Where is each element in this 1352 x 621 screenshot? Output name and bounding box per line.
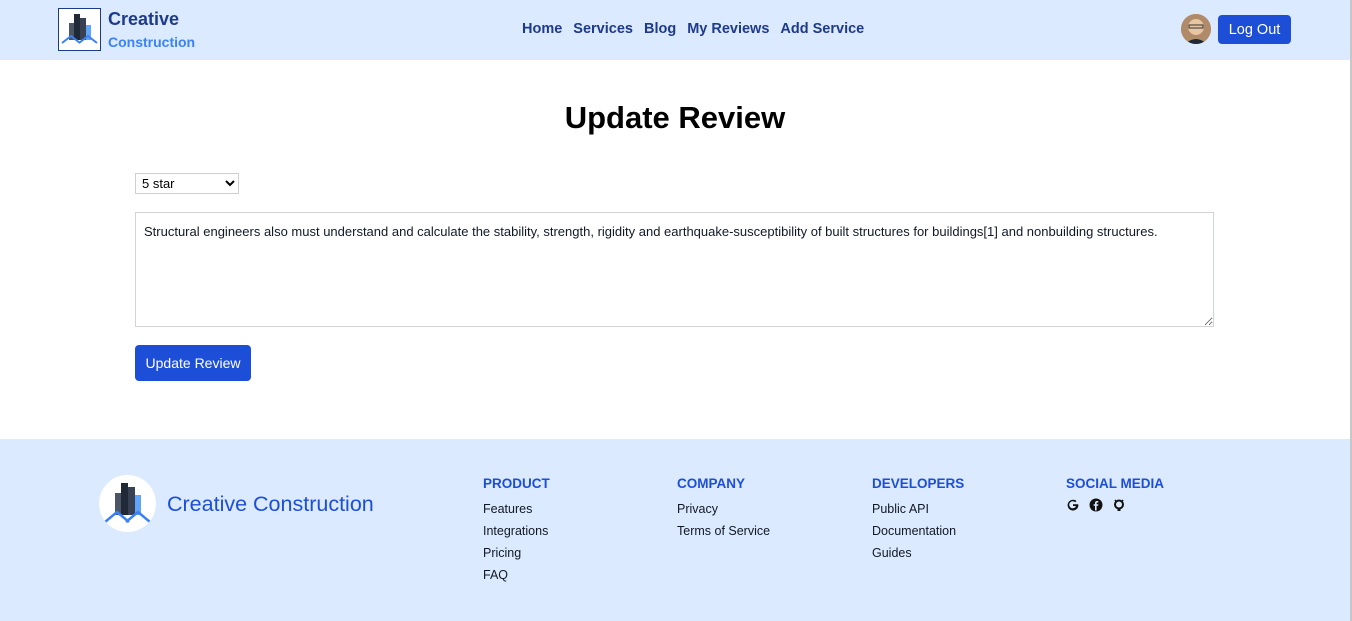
footer-column-developers: DEVELOPERS Public API Documentation Guid… (872, 476, 964, 564)
main-nav: Home Services Blog My Reviews Add Servic… (522, 21, 864, 37)
review-textarea[interactable]: Structural engineers also must understan… (135, 212, 1214, 327)
site-footer: Creative Construction PRODUCT Features I… (0, 439, 1350, 621)
footer-link-pricing[interactable]: Pricing (483, 542, 550, 564)
logout-button[interactable]: Log Out (1218, 15, 1291, 44)
nav-add-service[interactable]: Add Service (780, 21, 864, 37)
footer-link-guides[interactable]: Guides (872, 542, 964, 564)
user-photo-icon (1181, 14, 1211, 44)
footer-heading: SOCIAL MEDIA (1066, 476, 1165, 491)
footer-heading: DEVELOPERS (872, 476, 965, 491)
google-icon[interactable] (1066, 498, 1080, 512)
brand-name: Creative (108, 9, 180, 29)
footer-brand: Creative Construction (167, 492, 374, 516)
footer-heading: PRODUCT (483, 476, 550, 491)
footer-column-company: COMPANY Privacy Terms of Service (677, 476, 770, 542)
footer-link-documentation[interactable]: Documentation (872, 520, 964, 542)
avatar[interactable] (1181, 14, 1211, 44)
nav-blog[interactable]: Blog (644, 21, 676, 37)
footer-link-features[interactable]: Features (483, 498, 550, 520)
footer-logo[interactable] (99, 475, 156, 532)
footer-link-terms[interactable]: Terms of Service (677, 520, 770, 542)
facebook-icon[interactable] (1089, 498, 1103, 512)
rating-select[interactable]: 5 star (135, 173, 239, 194)
footer-column-social: SOCIAL MEDIA (1066, 476, 1164, 512)
site-header: Creative Construction Home Services Blog… (0, 0, 1352, 60)
footer-link-faq[interactable]: FAQ (483, 564, 550, 586)
footer-link-public-api[interactable]: Public API (872, 498, 964, 520)
footer-link-privacy[interactable]: Privacy (677, 498, 770, 520)
nav-services[interactable]: Services (573, 21, 633, 37)
brand-subtitle: Construction (108, 34, 196, 50)
social-icons (1066, 498, 1164, 512)
github-icon[interactable] (1112, 498, 1126, 512)
footer-heading: COMPANY (677, 476, 746, 491)
building-icon (61, 14, 98, 44)
footer-link-integrations[interactable]: Integrations (483, 520, 550, 542)
logo[interactable] (58, 8, 101, 51)
footer-column-product: PRODUCT Features Integrations Pricing FA… (483, 476, 550, 586)
update-review-button[interactable]: Update Review (135, 345, 251, 381)
page-title: Update Review (564, 100, 786, 135)
building-icon (104, 483, 151, 523)
nav-home[interactable]: Home (522, 21, 562, 37)
nav-my-reviews[interactable]: My Reviews (687, 21, 769, 37)
